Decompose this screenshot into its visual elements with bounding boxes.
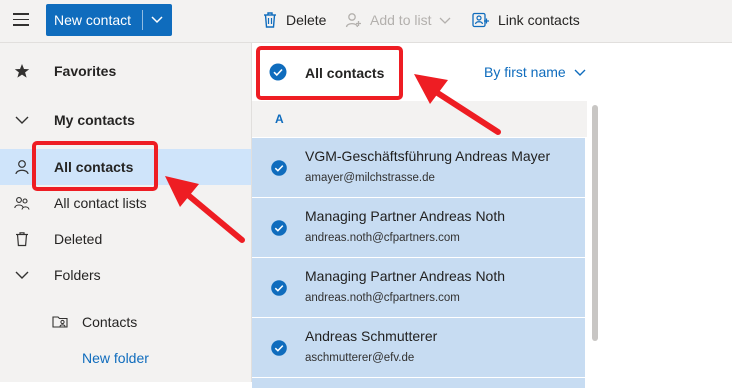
delete-label: Delete [286,12,327,28]
new-folder-label: New folder [82,350,149,366]
contact-name: VGM-Geschäftsführung Andreas Mayer [305,148,551,164]
nav-deleted-label: Deleted [54,231,103,247]
left-navigation: Favorites My contacts All contacts All c… [0,43,251,382]
delete-button[interactable]: Delete [262,10,326,30]
new-contact-button[interactable]: New contact [46,4,172,36]
highlight-box-list-title [256,46,403,100]
nav-deleted[interactable]: Deleted [0,221,251,257]
reading-pane [605,43,732,382]
contact-folder-icon [52,316,68,328]
sort-label: By first name [484,64,566,80]
add-to-list-button[interactable]: Add to list [345,10,451,30]
checkmark-icon[interactable] [271,340,287,356]
contact-row[interactable]: Managing Partner Andreas Noth andreas.no… [252,198,585,258]
link-contacts-icon [472,12,489,27]
highlight-box-nav-all-contacts [32,141,158,191]
contact-name: Managing Partner Andreas Noth [305,268,506,284]
nav-folders-label: Folders [54,267,101,283]
nav-folder-contacts-label: Contacts [82,314,138,330]
nav-my-contacts[interactable]: My contacts [0,102,251,138]
checkmark-icon[interactable] [271,280,287,296]
chevron-down-icon [440,17,451,24]
command-bar: New contact Delete Add to list Link cont… [0,0,732,43]
letter-label: A [275,112,284,126]
star-icon [14,64,30,78]
nav-all-contact-lists-label: All contact lists [54,195,147,211]
people-group-icon [14,197,30,210]
nav-folders[interactable]: Folders [0,257,251,293]
link-contacts-button[interactable]: Link contacts [472,10,580,30]
checkmark-icon[interactable] [271,160,287,176]
nav-my-contacts-label: My contacts [54,112,135,128]
chevron-down-icon [574,69,586,76]
contact-email: aschmutterer@efv.de [305,352,415,364]
contact-email: amayer@milchstrasse.de [305,172,435,184]
split-divider [142,10,143,30]
contact-email: andreas.noth@cfpartners.com [305,292,460,304]
trash-icon [264,12,276,28]
chevron-down-icon [15,116,29,124]
person-icon [15,160,29,175]
add-person-icon [345,12,361,27]
contact-name: Managing Partner Andreas Noth [305,208,506,224]
contact-row[interactable]: Managing Partner Andreas Noth andreas.no… [252,258,585,318]
hamburger-menu-icon[interactable] [13,13,29,27]
add-to-list-label: Add to list [370,12,432,28]
letter-group-header: A [252,101,587,137]
chevron-down-icon [15,271,29,279]
list-scrollbar[interactable] [592,105,598,341]
contact-row[interactable] [252,378,585,389]
nav-folder-contacts[interactable]: Contacts [0,304,251,340]
new-contact-label: New contact [54,12,132,28]
checkmark-icon[interactable] [271,220,287,236]
trash-icon [16,232,28,247]
nav-favorites[interactable]: Favorites [0,53,251,89]
contact-row[interactable]: Andreas Schmutterer aschmutterer@efv.de [252,318,585,378]
sort-dropdown[interactable]: By first name [484,64,586,80]
new-folder-link[interactable]: New folder [0,340,251,376]
contact-row[interactable]: VGM-Geschäftsführung Andreas Mayer amaye… [252,138,585,198]
link-contacts-label: Link contacts [498,12,580,28]
contact-name: Andreas Schmutterer [305,328,438,344]
contact-email: andreas.noth@cfpartners.com [305,232,460,244]
chevron-down-icon[interactable] [150,12,164,26]
nav-favorites-label: Favorites [54,63,117,79]
